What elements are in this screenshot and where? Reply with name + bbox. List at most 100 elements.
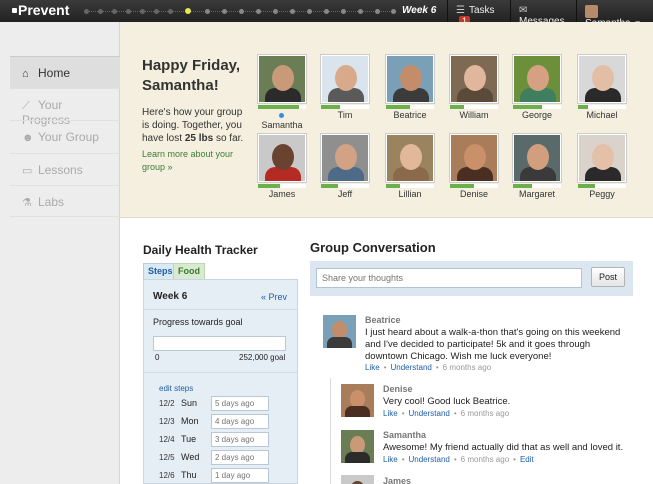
share-box: Post [310, 261, 633, 296]
like-link[interactable]: Like [383, 455, 398, 464]
avatar[interactable] [341, 475, 374, 484]
conversation-reply: Samantha Awesome! My friend actually did… [341, 430, 633, 466]
tab-food[interactable]: Food [173, 263, 205, 279]
sidebar-item-your-progress[interactable]: ⟋ Your Progress [10, 88, 120, 127]
member-progress-bar [578, 105, 626, 109]
steps-input[interactable] [211, 450, 269, 465]
edit-link[interactable]: Edit [520, 455, 534, 464]
labs-icon: ⚗ [22, 197, 32, 209]
steps-input[interactable] [211, 468, 269, 483]
post-author[interactable]: James [383, 476, 411, 484]
conversation-reply: Denise Very cool! Good luck Beatrice. Li… [341, 384, 633, 420]
steps-input[interactable] [211, 396, 269, 411]
post-author[interactable]: Beatrice [365, 315, 401, 325]
member-photo [513, 55, 561, 103]
steps-input[interactable] [211, 432, 269, 447]
group-member[interactable]: Jeff [321, 134, 371, 199]
home-icon: ⌂ [22, 68, 29, 80]
week-dot [154, 9, 159, 14]
week-dot [324, 9, 329, 14]
member-name: Denise [459, 189, 488, 199]
member-photo [578, 55, 626, 103]
member-progress-bar [513, 105, 561, 109]
sidebar-item-lessons[interactable]: ▭ Lessons [10, 153, 120, 185]
sidebar-item-home[interactable]: ⌂ Home [10, 56, 120, 88]
group-member[interactable]: James [258, 134, 308, 199]
sidebar-item-your-group[interactable]: ☻ Your Group [10, 120, 120, 152]
understand-link[interactable]: Understand [391, 363, 432, 372]
week-dot [205, 9, 210, 14]
week-dot [341, 9, 346, 14]
avatar[interactable] [341, 430, 374, 463]
sidebar-item-labs[interactable]: ⚗ Labs [10, 185, 120, 217]
tasks-button[interactable]: ☰ Tasks1 [447, 0, 510, 26]
user-menu[interactable]: Samantha▼ [576, 0, 653, 29]
messages-button[interactable]: ✉Messages [510, 0, 576, 27]
timestamp: 6 months ago [460, 455, 510, 464]
chart-icon: ⟋ [22, 100, 30, 112]
group-summary-panel: Happy Friday, Samantha! Here's how your … [120, 22, 653, 218]
member-name: Jeff [337, 189, 353, 199]
logo[interactable]: Prevent [12, 2, 69, 18]
avatar[interactable] [341, 384, 374, 417]
week-dot [140, 9, 145, 14]
understand-link[interactable]: Understand [409, 409, 450, 418]
week-dot [84, 9, 89, 14]
group-member[interactable]: Samantha [258, 55, 308, 130]
prev-week-link[interactable]: « Prev [261, 292, 287, 302]
group-member[interactable]: George [513, 55, 563, 120]
member-photo [321, 134, 369, 182]
member-photo [321, 55, 369, 103]
understand-link[interactable]: Understand [409, 455, 450, 464]
steps-input[interactable] [211, 414, 269, 429]
post-button[interactable]: Post [591, 267, 625, 287]
member-photo [578, 134, 626, 182]
post-author[interactable]: Samantha [383, 430, 426, 440]
learn-more-link[interactable]: Learn more about your group » [142, 148, 242, 174]
group-member[interactable]: Denise [450, 134, 500, 199]
member-progress-bar [450, 184, 498, 188]
post-actions: Like • Understand • 6 months ago [365, 363, 492, 372]
member-photo [513, 134, 561, 182]
member-photo [258, 134, 306, 182]
member-progress-bar [578, 184, 626, 188]
divider [144, 372, 297, 373]
conversation-post: Beatrice I just heard about a walk-a-tho… [323, 315, 633, 375]
like-link[interactable]: Like [365, 363, 380, 372]
member-name: William [459, 110, 489, 120]
group-member[interactable]: Margaret [513, 134, 563, 199]
edit-steps-link[interactable]: edit steps [159, 384, 193, 393]
member-progress-bar [321, 105, 369, 109]
avatar[interactable] [323, 315, 356, 348]
group-member[interactable]: William [450, 55, 500, 120]
tracker-title: Daily Health Tracker [143, 243, 258, 257]
reply-thread-line [330, 378, 331, 484]
group-member[interactable]: Michael [578, 55, 628, 120]
member-name: Beatrice [393, 110, 427, 120]
member-name: Lillian [398, 189, 422, 199]
goal-max: 252,000 goal [239, 353, 286, 362]
post-actions: Like • Understand • 6 months ago • Edit [383, 455, 534, 464]
group-member[interactable]: Tim [321, 55, 371, 120]
share-input[interactable] [316, 268, 582, 288]
like-link[interactable]: Like [383, 409, 398, 418]
progress-label: Progress towards goal [153, 317, 243, 327]
member-progress-bar [513, 184, 561, 188]
group-member[interactable]: Beatrice [386, 55, 436, 120]
tracker-week: Week 6 [153, 291, 188, 302]
day-row: 12/5 Wed [159, 450, 279, 466]
member-progress-bar [386, 184, 434, 188]
conversation-title: Group Conversation [310, 240, 436, 255]
group-member[interactable]: Lillian [386, 134, 436, 199]
member-photo [386, 55, 434, 103]
post-author[interactable]: Denise [383, 384, 413, 394]
member-name: Michael [586, 110, 618, 120]
member-progress-bar [258, 184, 306, 188]
chat-icon: ✉ [519, 5, 528, 16]
member-progress-bar [258, 105, 306, 109]
online-status-icon [278, 113, 284, 118]
group-member[interactable]: Peggy [578, 134, 628, 199]
avatar [585, 5, 598, 18]
day-row: 12/6 Thu [159, 468, 279, 484]
timestamp: 6 months ago [442, 363, 492, 372]
